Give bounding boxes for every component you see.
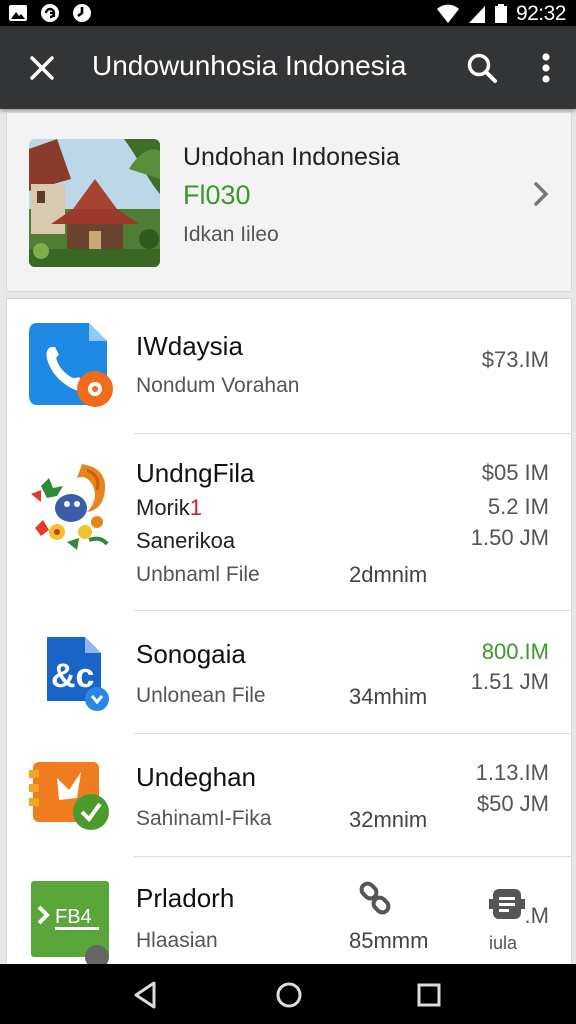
item-size: $50 JM [476,791,549,816]
clock-icon [73,4,91,22]
item-name: Undeghan [136,762,256,792]
app-bar: Undowunhosia Indonesia [0,26,576,109]
phone-app-icon [29,323,113,407]
item-time: 32mnim [349,807,428,832]
item-name: UndngFila [136,458,255,488]
item-line: Morik1 [136,495,202,521]
item-size: 1.13.IM [475,760,549,785]
robot-icon [489,889,525,919]
system-nav-bar [0,964,576,1024]
list-item[interactable]: FB4 Prladorh Hlaasian 85mmm .M iula [7,857,571,967]
item-time: 34mhim [349,684,428,709]
item-name: Sonogaia [136,639,246,669]
signal-icon [468,6,485,23]
chevron-right-icon[interactable] [529,179,553,209]
link-icon[interactable] [357,879,393,919]
status-time: 92:32 [515,2,567,25]
item-size: $73.IM [481,347,549,372]
item-size: 1.50 JM [470,525,549,550]
item-line-text: Morik [136,495,190,520]
item-line: Sanerikoa [136,528,236,553]
sync-icon [41,4,59,22]
list-item[interactable]: UndngFila Morik1 Sanerikoa Unbnaml File … [7,434,571,610]
orange-badge-icon [29,762,109,830]
close-icon[interactable] [22,48,62,88]
floral-garuda-icon [31,464,109,550]
file-list: IWdaysia Nondum Vorahan $73.IM UndngFila… [6,298,572,968]
featured-subtitle: Idkan Iileo [183,223,279,246]
battery-icon [494,4,507,23]
image-icon [9,5,27,21]
item-size: $05 IM [481,460,549,485]
document-share-icon: &c [47,637,109,711]
item-subtitle: SahinamI-Fika [136,807,272,830]
search-icon[interactable] [462,48,502,88]
page-title: Undowunhosia Indonesia [92,50,407,81]
more-vert-icon[interactable] [528,48,564,88]
item-line-mark: 1 [189,495,203,520]
item-size: 800.IM [481,639,549,664]
green-file-icon: FB4 [31,881,109,967]
item-name: Prladorh [136,883,235,913]
back-icon[interactable] [128,978,162,1012]
featured-thumbnail [29,139,160,267]
item-subtitle: Nondum Vorahan [136,374,300,397]
list-item[interactable]: Undeghan SahinamI-Fika 32mnim 1.13.IM $5… [7,734,571,856]
item-subtitle: Unlonean File [136,684,266,707]
list-item[interactable]: IWdaysia Nondum Vorahan $73.IM [7,299,571,433]
featured-price: Fl030 [183,180,251,210]
list-item[interactable]: &c Sonogaia Unlonean File 34mhim 800.IM … [7,611,571,733]
item-time: 85mmm [349,928,429,953]
item-size: 1.51 JM [470,669,549,694]
wifi-icon [436,4,459,23]
featured-title: Undohan Indonesia [183,143,400,171]
svg-text:&c: &c [51,657,94,695]
home-icon[interactable] [272,978,306,1012]
status-bar: 92:32 [0,0,576,26]
item-subtitle: Unbnaml File [136,563,260,586]
item-size: .M [524,903,549,928]
item-extra-label: iula [489,933,518,953]
recents-icon[interactable] [412,978,446,1012]
item-subtitle: Hlaasian [136,929,218,952]
item-size: 5.2 IM [487,494,549,519]
svg-text:FB4: FB4 [55,906,92,928]
item-time: 2dmnim [349,562,428,587]
featured-card[interactable]: Undohan Indonesia Fl030 Idkan Iileo [6,112,572,292]
item-name: IWdaysia [136,331,243,361]
